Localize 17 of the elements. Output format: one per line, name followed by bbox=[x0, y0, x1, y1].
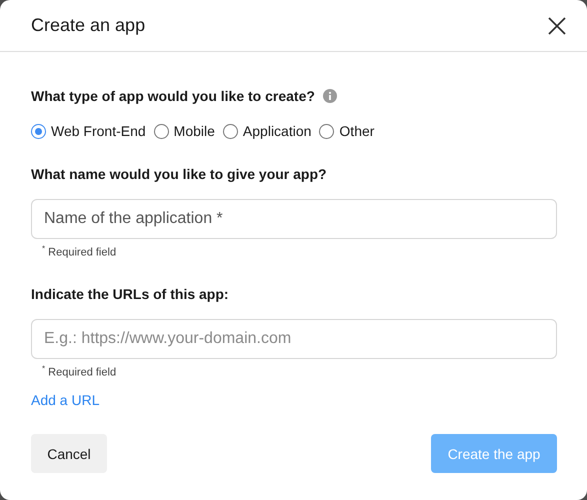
dialog-title: Create an app bbox=[31, 15, 146, 36]
close-button[interactable] bbox=[548, 16, 566, 34]
info-icon bbox=[322, 89, 337, 103]
name-input-field[interactable]: Name of the application * bbox=[31, 199, 557, 239]
close-icon bbox=[548, 16, 566, 34]
cancel-button[interactable]: Cancel bbox=[31, 434, 107, 474]
app-type-radio[interactable]: Other bbox=[319, 122, 374, 140]
add-url-link[interactable]: Add a URL bbox=[31, 392, 100, 408]
app-type-radio[interactable]: Mobile bbox=[154, 122, 215, 140]
app-type-radio[interactable]: Web Front-End bbox=[31, 122, 146, 140]
app-type-radio[interactable]: Application bbox=[222, 122, 312, 140]
required-hint: $^{*}$ Required field bbox=[41, 362, 118, 380]
url-input-field[interactable]: E.g.: https://www.your-domain.com bbox=[31, 318, 557, 359]
required-hint: $^{*}$ Required field bbox=[41, 243, 118, 260]
question-label: What name would you like to give your app? bbox=[31, 165, 328, 183]
question-label: Indicate the URLs of this app: bbox=[31, 284, 230, 303]
question-label: What type of app would you like to create? bbox=[31, 87, 315, 105]
